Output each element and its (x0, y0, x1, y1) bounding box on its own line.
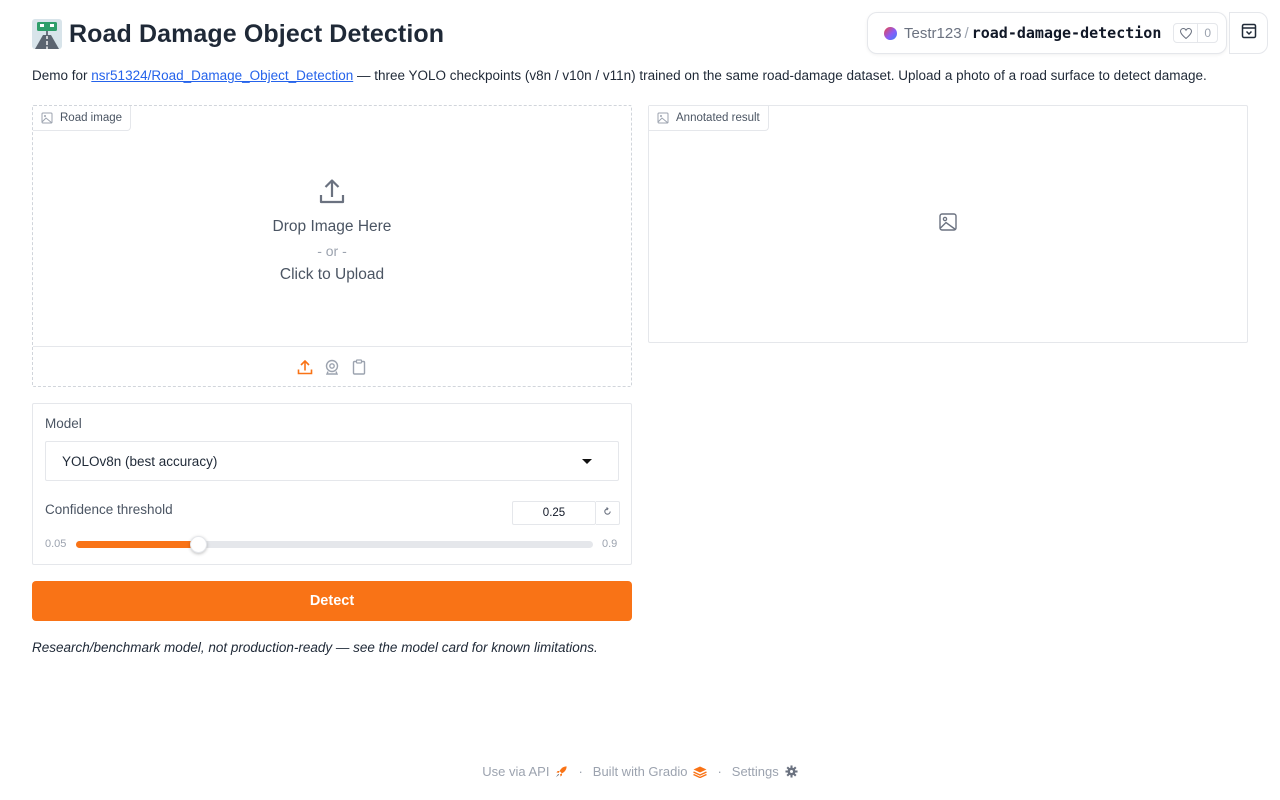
confidence-label: Confidence threshold (45, 502, 173, 517)
reset-button[interactable] (596, 501, 620, 525)
slider-handle[interactable] (189, 536, 207, 553)
collapse-header-button[interactable] (1229, 12, 1268, 54)
built-with-gradio-link[interactable]: Built with Gradio (593, 764, 708, 779)
settings-link[interactable]: Settings (732, 764, 798, 779)
road-image-label-text: Road image (60, 112, 123, 124)
built-with-gradio-text: Built with Gradio (592, 764, 688, 779)
model-dropdown[interactable]: YOLOv8n (best accuracy) (45, 441, 619, 481)
owner-name[interactable]: Testr123 (904, 25, 962, 42)
like-button[interactable]: 0 (1173, 23, 1219, 43)
annotated-result-label-text: Annotated result (676, 112, 760, 124)
settings-text: Settings (731, 764, 779, 779)
confidence-slider[interactable] (76, 536, 593, 553)
model-selected-value: YOLOv8n (best accuracy) (62, 453, 218, 469)
drop-image-text: Drop Image Here (272, 218, 392, 235)
footer: Use via API · Built with Gradio · Settin… (0, 764, 1280, 779)
model-repo-link[interactable]: nsr51324/Road_Damage_Object_Detection (91, 68, 353, 83)
model-label: Model (45, 416, 82, 431)
rocket-icon (555, 765, 568, 778)
description-prefix: Demo for (32, 68, 88, 83)
annotated-result-label: Annotated result (649, 106, 769, 131)
empty-image-icon (939, 212, 957, 236)
image-icon (657, 112, 669, 124)
upload-icon (319, 178, 345, 209)
footer-separator: · (578, 764, 583, 779)
page-title: Road Damage Object Detection (69, 19, 445, 48)
use-via-api-link[interactable]: Use via API (482, 764, 568, 779)
image-dropzone[interactable]: Drop Image Here - or - Click to Upload (33, 106, 631, 346)
upload-source-icon[interactable] (297, 359, 314, 376)
description-suffix: — three YOLO checkpoints (v8n / v10n / v… (356, 68, 1207, 83)
space-header: Testr123 / road-damage-detection 0 (867, 12, 1227, 54)
title-row: Road Damage Object Detection (32, 16, 444, 52)
settings-panel: Model YOLOv8n (best accuracy) Confidence… (32, 403, 632, 565)
confidence-number-input[interactable]: 0.25 (512, 501, 596, 525)
annotated-result-output: Annotated result (648, 105, 1248, 343)
road-image-label: Road image (33, 106, 132, 131)
or-text: - or - (317, 243, 347, 259)
detect-button[interactable]: Detect (32, 581, 632, 621)
disclaimer-text: Research/benchmark model, not production… (32, 640, 598, 655)
space-name[interactable]: road-damage-detection (972, 24, 1162, 42)
road-image-input: Drop Image Here - or - Click to Upload R… (32, 105, 632, 387)
gear-icon (785, 765, 798, 778)
image-icon (41, 112, 53, 124)
dropdown-arrow-icon (582, 459, 592, 464)
motorway-emoji-icon (32, 19, 62, 49)
slider-max-label: 0.9 (602, 538, 618, 550)
gradio-logo-icon (693, 766, 708, 778)
click-to-upload-text: Click to Upload (279, 266, 385, 283)
result-placeholder (649, 106, 1247, 342)
use-via-api-text: Use via API (482, 764, 550, 779)
clipboard-source-icon[interactable] (351, 359, 368, 376)
image-source-bar (33, 346, 631, 387)
collapse-icon (1241, 23, 1257, 44)
owner-avatar[interactable] (884, 26, 897, 40)
slider-min-label: 0.05 (45, 538, 67, 550)
footer-separator: · (717, 764, 722, 779)
like-count: 0 (1204, 26, 1212, 40)
path-separator: / (964, 24, 969, 42)
slider-fill (76, 541, 198, 548)
heart-icon (1174, 24, 1199, 42)
webcam-source-icon[interactable] (324, 359, 341, 376)
description: Demo for nsr51324/Road_Damage_Object_Det… (32, 68, 1207, 83)
reset-icon (603, 507, 612, 519)
